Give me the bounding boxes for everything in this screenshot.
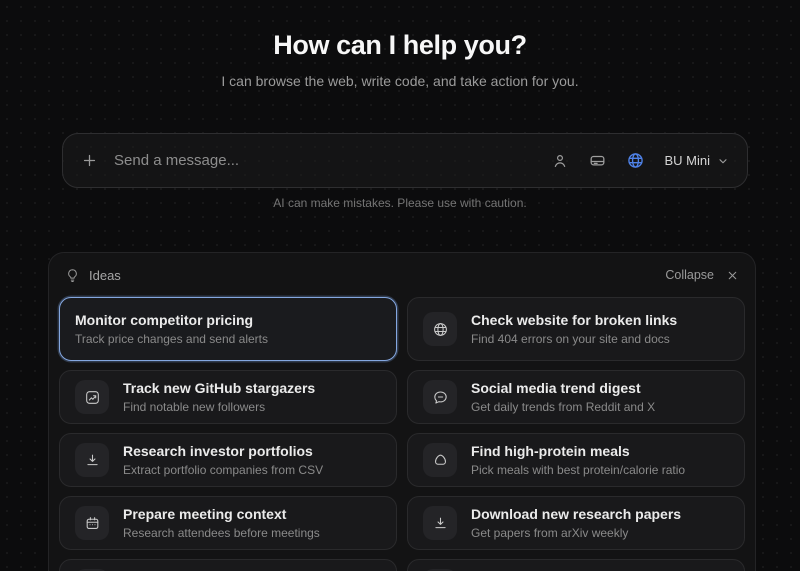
close-icon[interactable] bbox=[726, 269, 739, 282]
drive-icon[interactable] bbox=[588, 151, 607, 170]
chevron-down-icon bbox=[717, 155, 729, 167]
idea-card-text: Check website for broken links Find 404 e… bbox=[471, 312, 677, 346]
download-icon bbox=[75, 443, 109, 477]
idea-card-text: Social media trend digest Get daily trend… bbox=[471, 380, 655, 414]
globe-icon[interactable] bbox=[626, 151, 645, 170]
idea-card[interactable]: Prepare meeting context Research attendee… bbox=[59, 496, 397, 550]
model-selector[interactable]: BU Mini bbox=[664, 153, 729, 168]
idea-card[interactable]: Check website for broken links Find 404 e… bbox=[407, 297, 745, 361]
idea-card[interactable]: Track new GitHub stargazers Find notable … bbox=[59, 370, 397, 424]
chat-bubble-icon bbox=[423, 380, 457, 414]
message-composer[interactable]: Send a message... BU Mini bbox=[62, 133, 748, 188]
person-icon[interactable] bbox=[551, 152, 569, 170]
meal-icon bbox=[423, 443, 457, 477]
idea-card-subtitle: Get daily trends from Reddit and X bbox=[471, 400, 655, 414]
idea-card-title: Research investor portfolios bbox=[123, 443, 323, 459]
idea-card-text: Track new GitHub stargazers Find notable … bbox=[123, 380, 315, 414]
idea-card[interactable]: Social media trend digest Get daily trend… bbox=[407, 370, 745, 424]
idea-card-title: Check website for broken links bbox=[471, 312, 677, 328]
download-icon bbox=[423, 506, 457, 540]
idea-card-subtitle: Extract portfolio companies from CSV bbox=[123, 463, 323, 477]
ideas-header: Ideas Collapse bbox=[49, 253, 755, 297]
plus-icon[interactable] bbox=[81, 152, 98, 169]
idea-card-title: Download new research papers bbox=[471, 506, 681, 522]
idea-card[interactable]: Parse web data updates bbox=[59, 559, 397, 571]
idea-card-text: Monitor competitor pricing Track price ch… bbox=[75, 312, 268, 346]
idea-card-subtitle: Research attendees before meetings bbox=[123, 526, 320, 540]
ideas-panel: Ideas Collapse Monitor competitor pricin… bbox=[48, 252, 756, 571]
calendar-icon bbox=[75, 506, 109, 540]
idea-card[interactable]: Reddit mentions thread daily bbox=[407, 559, 745, 571]
ideas-grid: Monitor competitor pricing Track price ch… bbox=[59, 297, 745, 571]
idea-card-title: Find high-protein meals bbox=[471, 443, 685, 459]
message-input[interactable]: Send a message... bbox=[114, 152, 551, 169]
idea-card-subtitle: Get papers from arXiv weekly bbox=[471, 526, 681, 540]
idea-card-subtitle: Find notable new followers bbox=[123, 400, 315, 414]
idea-card-text: Find high-protein meals Pick meals with b… bbox=[471, 443, 685, 477]
idea-card[interactable]: Monitor competitor pricing Track price ch… bbox=[59, 297, 397, 361]
idea-card[interactable]: Find high-protein meals Pick meals with b… bbox=[407, 433, 745, 487]
idea-card-title: Prepare meeting context bbox=[123, 506, 320, 522]
idea-card-subtitle: Track price changes and send alerts bbox=[75, 332, 268, 346]
page-title: How can I help you? bbox=[0, 30, 800, 61]
idea-card-title: Social media trend digest bbox=[471, 380, 655, 396]
idea-card[interactable]: Research investor portfolios Extract port… bbox=[59, 433, 397, 487]
chart-icon bbox=[75, 380, 109, 414]
idea-card-subtitle: Find 404 errors on your site and docs bbox=[471, 332, 677, 346]
ideas-title: Ideas bbox=[89, 268, 121, 283]
idea-card[interactable]: Download new research papers Get papers f… bbox=[407, 496, 745, 550]
idea-card-text: Research investor portfolios Extract port… bbox=[123, 443, 323, 477]
idea-card-title: Track new GitHub stargazers bbox=[123, 380, 315, 396]
hero-section: How can I help you? I can browse the web… bbox=[0, 0, 800, 89]
page-subtitle: I can browse the web, write code, and ta… bbox=[0, 73, 800, 89]
idea-card-text: Prepare meeting context Research attendee… bbox=[123, 506, 320, 540]
disclaimer-text: AI can make mistakes. Please use with ca… bbox=[0, 196, 800, 210]
collapse-button[interactable]: Collapse bbox=[665, 268, 714, 282]
idea-card-subtitle: Pick meals with best protein/calorie rat… bbox=[471, 463, 685, 477]
lightbulb-icon bbox=[65, 268, 80, 283]
idea-card-text: Download new research papers Get papers f… bbox=[471, 506, 681, 540]
idea-card-title: Monitor competitor pricing bbox=[75, 312, 268, 328]
model-name: BU Mini bbox=[664, 153, 710, 168]
globe-icon bbox=[423, 312, 457, 346]
